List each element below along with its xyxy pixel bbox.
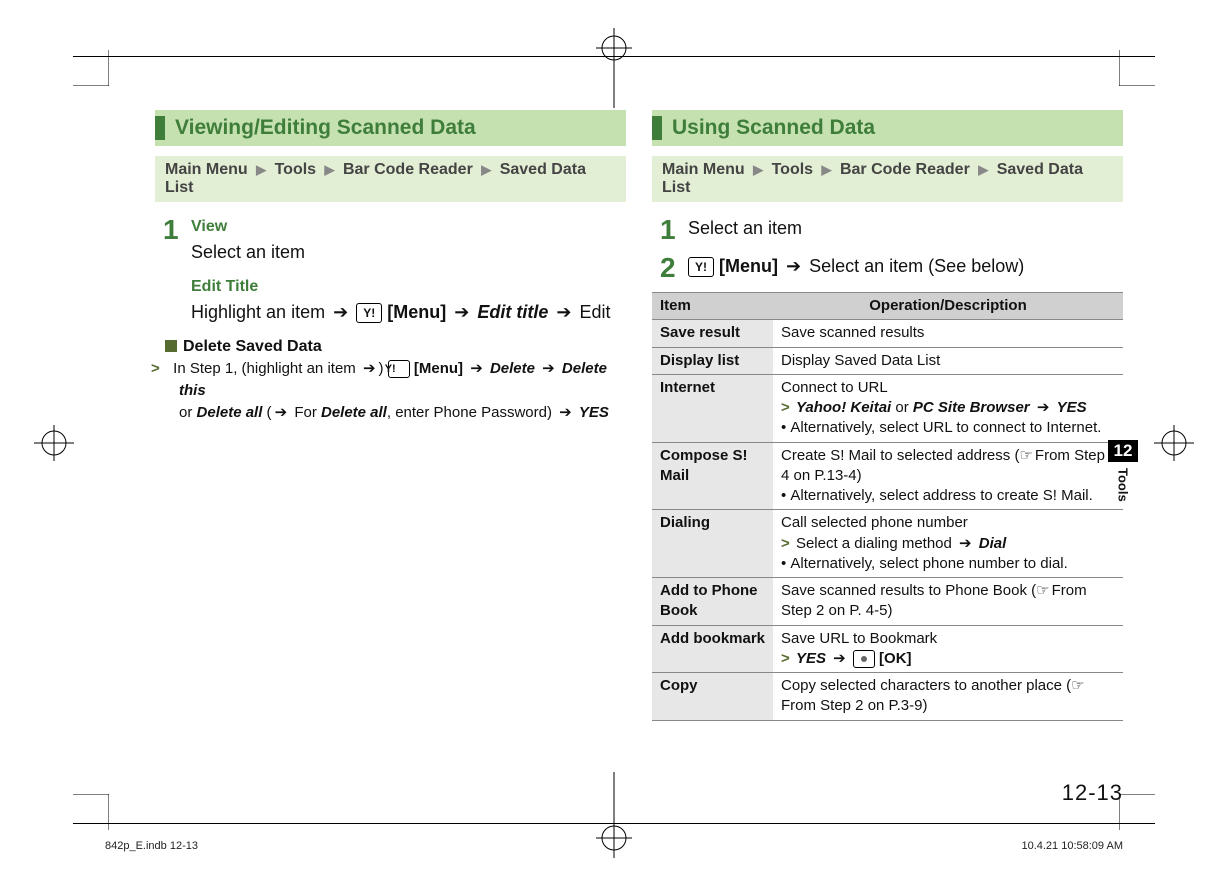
page-number: 12-13 bbox=[1062, 780, 1123, 806]
delete-saved-data: Delete Saved Data > In Step 1, (highligh… bbox=[165, 335, 626, 423]
arrow-right-icon: ➔ bbox=[1037, 399, 1050, 416]
step-text: Y! [Menu] ➔ Select an item (See below) bbox=[688, 254, 1123, 279]
table-row: Display list Display Saved Data List bbox=[652, 347, 1123, 374]
chapter-label: Tools bbox=[1116, 468, 1131, 502]
side-tab: 12 Tools bbox=[1108, 440, 1138, 502]
section-title-text: Viewing/Editing Scanned Data bbox=[175, 116, 476, 140]
chapter-number: 12 bbox=[1108, 440, 1138, 462]
edit-subtitle: Edit Title bbox=[191, 276, 626, 298]
arrow-right-icon: ➔ bbox=[833, 650, 846, 667]
pointer-icon: ☞ bbox=[1071, 677, 1084, 694]
reg-vline-top bbox=[614, 56, 615, 108]
section-title-text: Using Scanned Data bbox=[672, 116, 875, 140]
chevron-right-icon: ▶ bbox=[325, 162, 335, 177]
pointer-icon: ☞ bbox=[1036, 582, 1049, 599]
step-number: 1 bbox=[660, 216, 688, 244]
crumb: Tools bbox=[275, 161, 316, 178]
footer-file: 842p_E.indb 12-13 bbox=[105, 840, 198, 852]
softkey-y-icon: Y! bbox=[356, 303, 382, 323]
pointer-icon: ☞ bbox=[1019, 447, 1032, 464]
square-bullet-icon bbox=[165, 340, 177, 352]
chevron-right-icon: > bbox=[781, 399, 790, 416]
table-row: Dialing Call selected phone number > Sel… bbox=[652, 510, 1123, 578]
table-row: Copy Copy selected characters to another… bbox=[652, 673, 1123, 721]
arrow-right-icon: ➔ bbox=[454, 302, 469, 322]
table-row: Save result Save scanned results bbox=[652, 320, 1123, 347]
breadcrumb-right: Main Menu ▶ Tools ▶ Bar Code Reader ▶ Sa… bbox=[652, 156, 1123, 202]
step-text: Select an item bbox=[688, 216, 1123, 241]
chevron-right-icon: ▶ bbox=[256, 162, 266, 177]
print-footer: 842p_E.indb 12-13 10.4.21 10:58:09 AM bbox=[105, 840, 1123, 852]
softkey-y-icon: Y! bbox=[688, 257, 714, 277]
arrow-right-icon: ➔ bbox=[559, 404, 572, 421]
chevron-right-icon: > bbox=[781, 650, 790, 667]
table-header: Operation/Description bbox=[773, 293, 1123, 320]
arrow-right-icon: ➔ bbox=[363, 360, 376, 377]
operations-table: Item Operation/Description Save result S… bbox=[652, 292, 1123, 721]
arrow-right-icon: ➔ bbox=[959, 535, 972, 552]
table-header: Item bbox=[652, 293, 773, 320]
chevron-right-icon: ▶ bbox=[753, 162, 763, 177]
table-row: Add to Phone Book Save scanned results t… bbox=[652, 578, 1123, 626]
table-row: Internet Connect to URL > Yahoo! Keitai … bbox=[652, 374, 1123, 442]
crumb: Tools bbox=[772, 161, 813, 178]
corner-br-icon bbox=[1119, 794, 1155, 830]
reg-mark-bottom bbox=[591, 818, 637, 858]
softkey-y-icon: Y! bbox=[388, 360, 410, 378]
crumb: Bar Code Reader bbox=[343, 161, 473, 178]
table-row: Add bookmark Save URL to Bookmark > YES … bbox=[652, 625, 1123, 673]
section-heading-right: Using Scanned Data bbox=[652, 110, 1123, 146]
edit-line: Highlight an item ➔ Y! [Menu] ➔ Edit tit… bbox=[191, 300, 626, 325]
table-row: Compose S! Mail Create S! Mail to select… bbox=[652, 442, 1123, 510]
chevron-right-icon: ▶ bbox=[822, 162, 832, 177]
reg-mark-left bbox=[34, 420, 74, 466]
center-key-icon bbox=[853, 650, 875, 668]
arrow-right-icon: ➔ bbox=[470, 360, 483, 377]
arrow-right-icon: ➔ bbox=[542, 360, 555, 377]
step-text: Select an item bbox=[191, 240, 626, 265]
footer-timestamp: 10.4.21 10:58:09 AM bbox=[1021, 840, 1123, 852]
crumb: Main Menu bbox=[165, 161, 248, 178]
step-subtitle: View bbox=[191, 216, 626, 238]
reg-mark-right bbox=[1154, 420, 1194, 466]
corner-bl-icon bbox=[73, 794, 109, 830]
chevron-right-icon: ▶ bbox=[978, 162, 988, 177]
chevron-right-icon: > bbox=[781, 535, 790, 552]
arrow-right-icon: ➔ bbox=[786, 256, 801, 276]
arrow-right-icon: ➔ bbox=[556, 302, 571, 322]
step-number: 2 bbox=[660, 254, 688, 282]
step-number: 1 bbox=[163, 216, 191, 244]
chevron-right-icon: ▶ bbox=[481, 162, 491, 177]
arrow-right-icon: ➔ bbox=[275, 404, 288, 421]
crumb: Bar Code Reader bbox=[840, 161, 970, 178]
arrow-right-icon: ➔ bbox=[333, 302, 348, 322]
breadcrumb-left: Main Menu ▶ Tools ▶ Bar Code Reader ▶ Sa… bbox=[155, 156, 626, 202]
crumb: Main Menu bbox=[662, 161, 745, 178]
section-heading-left: Viewing/Editing Scanned Data bbox=[155, 110, 626, 146]
reg-vline-bottom bbox=[614, 772, 615, 824]
